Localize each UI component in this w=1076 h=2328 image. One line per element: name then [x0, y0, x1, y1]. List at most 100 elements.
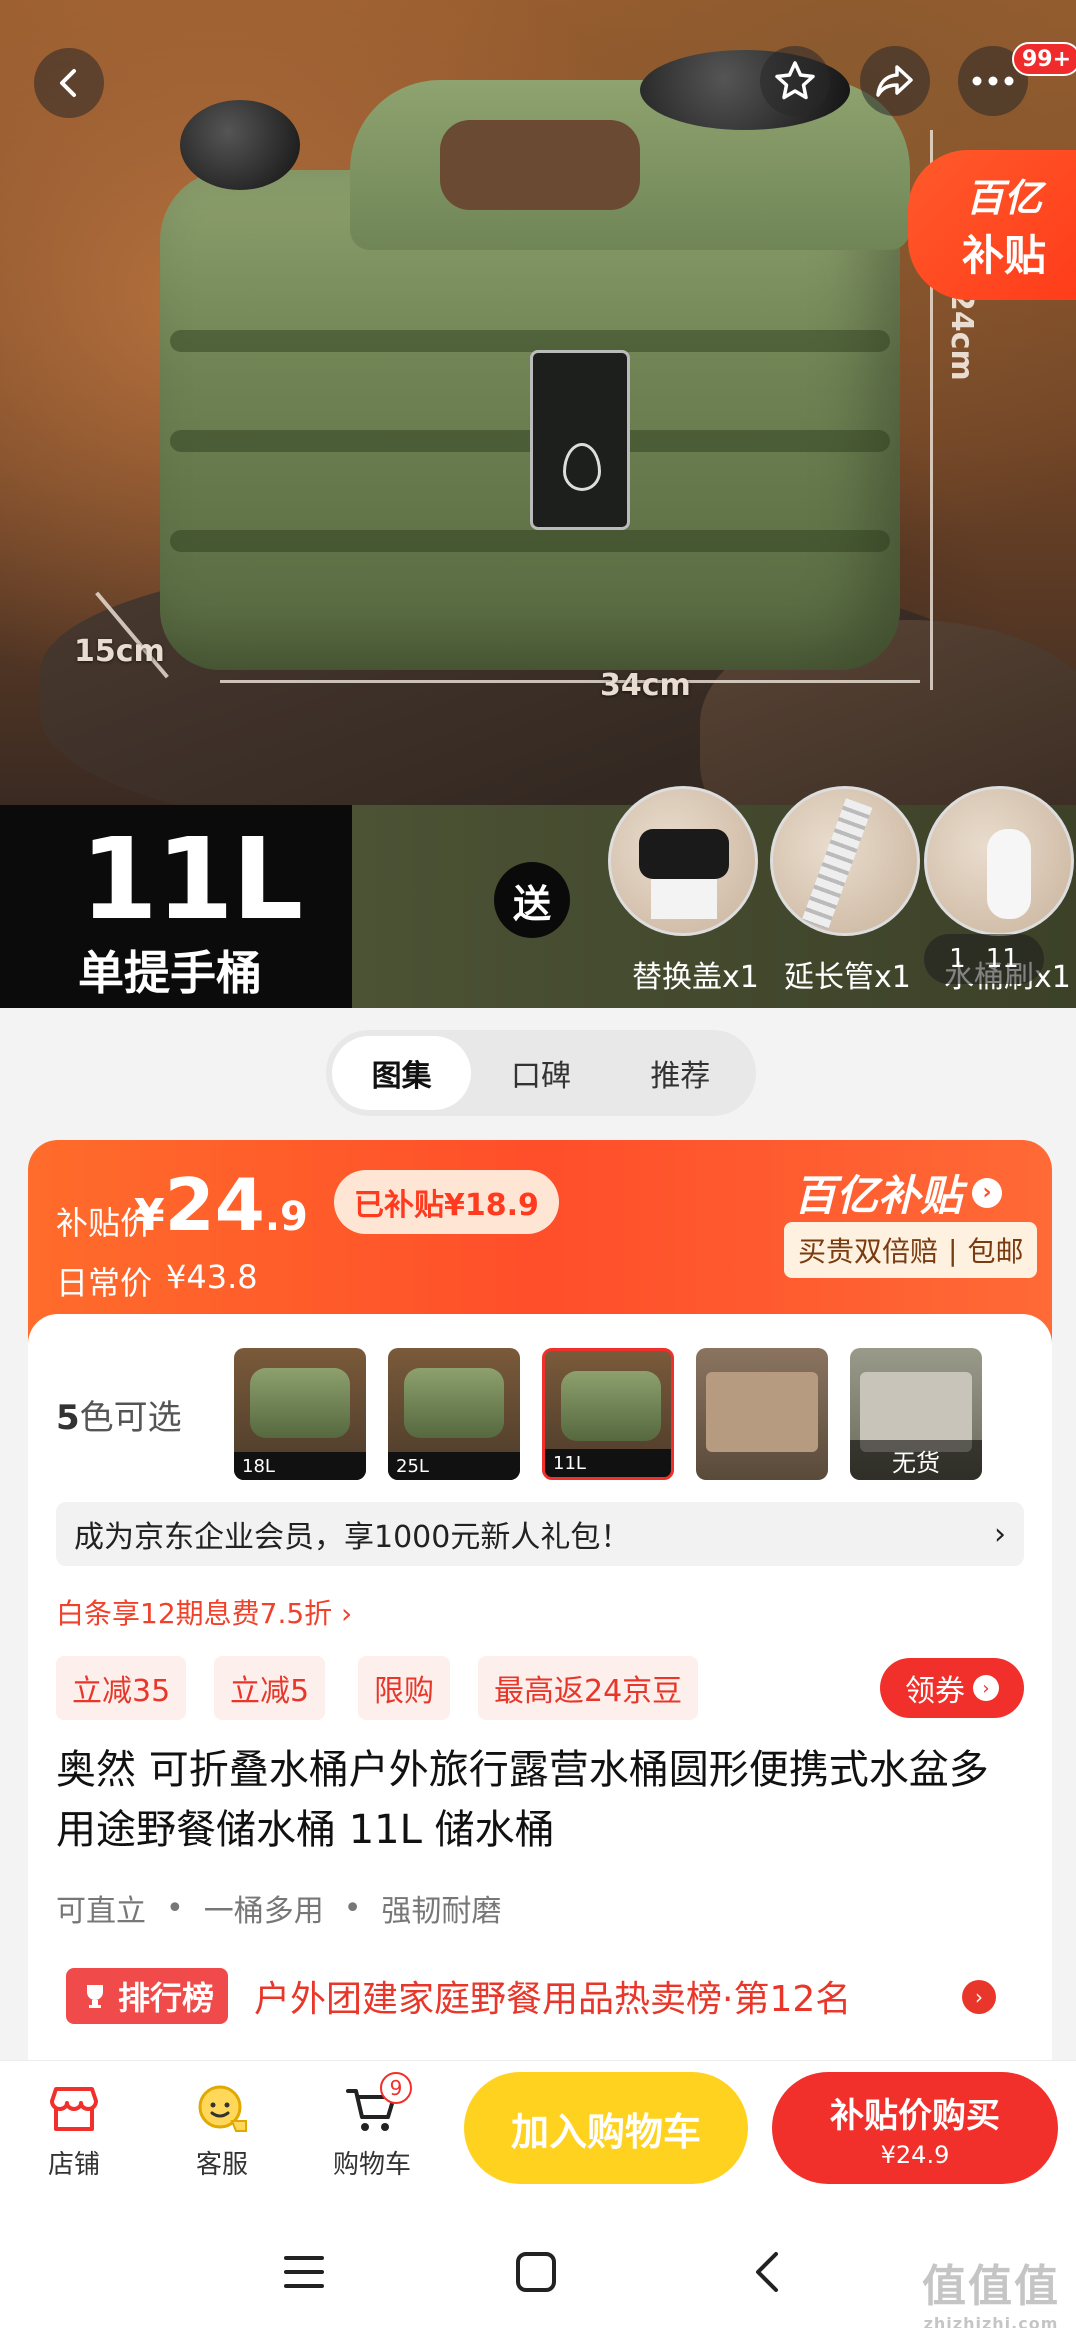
- capacity-panel: 11L 单提手桶: [0, 805, 352, 1008]
- guarantee-badge: 买贵双倍赔 | 包邮: [784, 1222, 1038, 1278]
- jug-groove: [170, 330, 890, 352]
- claim-coupon-button[interactable]: 领券 ›: [880, 1658, 1024, 1718]
- customer-service-label: 客服: [195, 2150, 248, 2180]
- feature-list: 可直立 • 一桶多用 • 强韧耐磨: [56, 1886, 501, 1930]
- gift-label: 替换盖x1: [632, 960, 759, 995]
- back-arrow-icon: [756, 2252, 778, 2292]
- price-decimal: .9: [264, 1194, 308, 1240]
- customer-service-icon: [198, 2085, 247, 2132]
- customer-service-button[interactable]: 客服: [172, 2074, 272, 2181]
- gift-image-tube: [770, 786, 920, 936]
- variant-count-text: 色可选: [79, 1398, 182, 1438]
- variant-tag: 18L: [234, 1452, 366, 1480]
- chevron-right-icon[interactable]: ›: [962, 1980, 996, 2014]
- gift-image-brush: [924, 786, 1074, 936]
- variant-thumb[interactable]: [696, 1348, 828, 1480]
- add-to-cart-button[interactable]: 加入购物车: [464, 2072, 748, 2184]
- variant-tag: 25L: [388, 1452, 520, 1480]
- share-icon: [876, 65, 913, 97]
- subsidy-tag-line1: 百亿: [965, 176, 1042, 220]
- promo-text: 成为京东企业会员，享1000元新人礼包！: [74, 1520, 631, 1555]
- share-button[interactable]: [860, 46, 930, 116]
- coupon-tag[interactable]: 立减5: [214, 1656, 326, 1720]
- jug-spout-cap: [180, 100, 300, 190]
- watermark: 值值值 zhizhizhi.com: [922, 2250, 1060, 2328]
- guarantee-free-shipping: 包邮: [967, 1235, 1024, 1268]
- feature-separator: •: [343, 1890, 362, 1926]
- product-page: 15cm 34cm 24cm 99+ 百亿 补贴 11L 单提手桶 送 替换盖x…: [0, 0, 1076, 2328]
- watermark-sub: zhizhizhi.com: [923, 2314, 1059, 2328]
- jug-handle: [440, 120, 640, 210]
- ranking-badge: 排行榜: [66, 1968, 229, 2024]
- chevron-left-icon: [60, 69, 76, 97]
- jug-label-plate: [530, 350, 630, 530]
- variant-thumb[interactable]: 18L: [234, 1348, 366, 1480]
- image-counter: 1 11: [924, 934, 1044, 984]
- jug-groove: [170, 530, 890, 552]
- coupon-tag[interactable]: 最高返24京豆: [478, 1656, 699, 1720]
- product-title: 奥然 可折叠水桶户外旅行露营水桶圆形便携式水盆多用途野餐储水桶 11L 储水桶: [56, 1747, 989, 1853]
- subsidy-brand-link[interactable]: 百亿补贴 ›: [794, 1162, 1003, 1223]
- cart-label: 购物车: [332, 2150, 411, 2180]
- chevron-right-icon: ›: [973, 1675, 999, 1701]
- price-integer: 24: [164, 1163, 265, 1247]
- shop-button[interactable]: 店铺: [24, 2074, 124, 2181]
- favorite-button[interactable]: [760, 46, 830, 116]
- shop-label: 店铺: [47, 2150, 100, 2180]
- claim-coupon-label: 领券: [905, 1674, 965, 1709]
- regular-price: ¥43.8: [166, 1258, 258, 1296]
- store-icon: [50, 2087, 98, 2131]
- sold-out-label: 无货: [850, 1440, 982, 1480]
- image-total: 11: [985, 944, 1019, 974]
- variant-count[interactable]: 5色可选: [56, 1390, 182, 1439]
- water-jug-illustration: [140, 50, 910, 670]
- variant-thumb[interactable]: 25L: [388, 1348, 520, 1480]
- image-index: 1: [949, 944, 966, 974]
- media-tabs: 图集 口碑 推荐: [326, 1030, 756, 1116]
- ranking-badge-label: 排行榜: [118, 1979, 215, 2017]
- variant-count-number: 5: [56, 1398, 80, 1438]
- star-icon: [775, 61, 815, 100]
- feature-item: 一桶多用: [203, 1894, 324, 1929]
- home-button[interactable]: [496, 2232, 576, 2312]
- subsidy-brand: 百亿补贴: [794, 1171, 963, 1220]
- menu-icon: [284, 2256, 324, 2288]
- dimension-width: 34cm: [600, 668, 691, 703]
- product-hero-image[interactable]: 15cm 34cm 24cm 99+ 百亿 补贴 11L 单提手桶 送 替换盖x…: [0, 0, 1076, 1008]
- variant-tag: 11L: [545, 1449, 671, 1477]
- feature-item: 强韧耐磨: [381, 1894, 502, 1929]
- tab-gallery[interactable]: 图集: [332, 1036, 472, 1110]
- ranking-row[interactable]: 排行榜 户外团建家庭野餐用品热卖榜·第12名: [66, 1968, 851, 2024]
- variant-thumb-sold-out[interactable]: 无货: [850, 1348, 982, 1480]
- buy-now-price: ¥24.9: [880, 2140, 950, 2169]
- recent-apps-button[interactable]: [264, 2232, 344, 2312]
- subsidy-tag: 百亿 补贴: [908, 150, 1076, 300]
- guarantee-separator: |: [948, 1233, 958, 1267]
- system-back-button[interactable]: [728, 2232, 808, 2312]
- trophy-icon: [87, 1985, 103, 2008]
- regular-price-label: 日常价: [56, 1264, 153, 1302]
- gift-badge: 送: [494, 862, 570, 938]
- tab-recommend[interactable]: 推荐: [611, 1036, 750, 1110]
- dimension-depth: 15cm: [74, 634, 165, 669]
- home-square-icon: [516, 2252, 556, 2292]
- tab-reviews[interactable]: 口碑: [471, 1036, 610, 1110]
- variant-thumb-selected[interactable]: 11L: [542, 1348, 674, 1480]
- subsidized-amount: 已补贴¥18.9: [334, 1170, 559, 1234]
- buy-now-button[interactable]: 补贴价购买 ¥24.9: [772, 2072, 1058, 2184]
- coupon-tag[interactable]: 限购: [358, 1656, 450, 1720]
- dimension-line: [220, 680, 920, 683]
- notification-badge: 99+: [1012, 42, 1076, 76]
- subsidy-tag-line2: 补贴: [961, 231, 1046, 280]
- feature-item: 可直立: [56, 1894, 146, 1929]
- buy-now-label: 补贴价购买: [830, 2095, 1000, 2136]
- gift-label: 延长管x1: [784, 960, 911, 995]
- ranking-text: 户外团建家庭野餐用品热卖榜·第12名: [254, 1979, 852, 2020]
- bucket-type: 单提手桶: [78, 946, 262, 1000]
- baitiao-installment-link[interactable]: 白条享12期息费7.5折 ›: [56, 1592, 352, 1632]
- subsidy-price: ¥24.9: [134, 1163, 308, 1247]
- enterprise-member-banner[interactable]: 成为京东企业会员，享1000元新人礼包！ ›: [56, 1502, 1024, 1566]
- feature-separator: •: [166, 1890, 184, 1926]
- coupon-tag[interactable]: 立减35: [56, 1656, 187, 1720]
- back-button[interactable]: [34, 48, 104, 118]
